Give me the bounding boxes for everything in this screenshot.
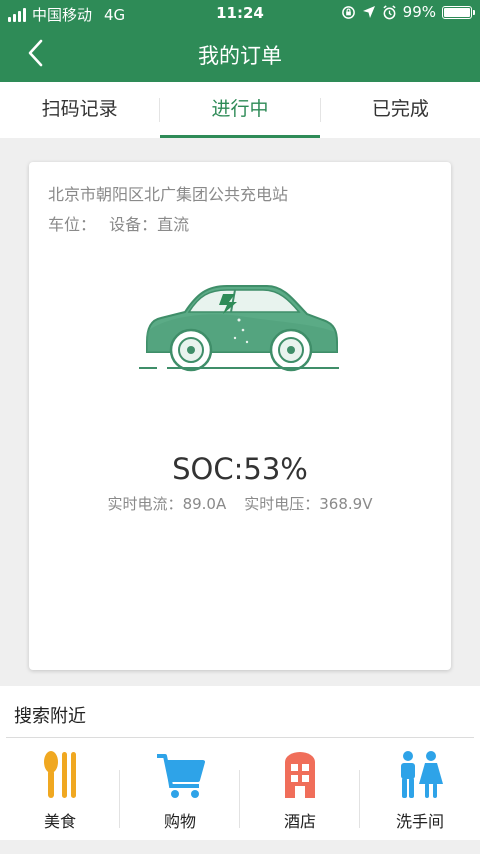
soc-value: 53% [243, 452, 308, 486]
nearby-food-button[interactable]: 美食 [0, 738, 120, 838]
status-bar: 中国移动 4G 11:24 99% [0, 0, 480, 26]
battery-percent: 99% [402, 3, 436, 21]
status-right: 99% [341, 3, 475, 21]
restroom-icon [401, 751, 443, 798]
tab-label: 已完成 [371, 98, 429, 120]
tab-label: 进行中 [211, 98, 269, 120]
voltage-value: 368.9V [319, 495, 373, 513]
tab-scan-records[interactable]: 扫码记录 [0, 82, 159, 138]
battery-level [444, 7, 470, 17]
alarm-icon [383, 4, 396, 19]
nearby-hotel-label: 酒店 [283, 812, 316, 831]
charging-car-icon [139, 285, 339, 372]
tab-completed[interactable]: 已完成 [321, 82, 480, 138]
current-label: 实时电流： [107, 495, 183, 513]
nearby-food-label: 美食 [43, 812, 76, 831]
soc-label: SOC: [172, 452, 244, 486]
nearby-categories: 美食 购物 酒店 洗手间 [0, 738, 480, 838]
page-title: 我的订单 [198, 44, 282, 68]
order-tabs: 扫码记录 进行中 已完成 [0, 82, 480, 138]
soc-display: SOC:53% [29, 452, 451, 486]
nearby-shopping-label: 购物 [163, 812, 196, 831]
search-nearby-title: 搜索附近 [14, 706, 86, 727]
location-arrow-icon [362, 6, 375, 18]
tab-label: 扫码记录 [41, 98, 118, 120]
rotation-lock-icon [341, 5, 355, 19]
voltage-label: 实时电压： [244, 495, 320, 513]
slot-device-info: 车位： 设备：直流 [48, 211, 197, 235]
hotel-icon [285, 752, 315, 798]
device-type: 设备：直流 [109, 215, 190, 234]
fork-knife-icon [44, 751, 76, 798]
parking-slot: 车位： [48, 215, 97, 234]
battery-icon [442, 5, 475, 19]
nearby-shopping-button[interactable]: 购物 [120, 738, 240, 838]
current-value: 89.0A [182, 495, 227, 513]
charging-order-card[interactable]: 北京市朝阳区北广集团公共充电站 车位： 设备：直流 SOC:53% 实时电流：8… [29, 162, 451, 670]
charging-metrics: 实时电流：89.0A 实时电压：368.9V [29, 493, 451, 514]
station-name: 北京市朝阳区北广集团公共充电站 [48, 185, 289, 204]
nav-bar: 我的订单 [0, 26, 480, 82]
shopping-cart-icon [157, 754, 205, 798]
nearby-restroom-button[interactable]: 洗手间 [360, 738, 480, 838]
search-nearby-section: 搜索附近 美食 购物 酒店 洗手间 [0, 686, 480, 840]
nearby-restroom-label: 洗手间 [395, 812, 444, 831]
nearby-hotel-button[interactable]: 酒店 [240, 738, 360, 838]
tab-in-progress[interactable]: 进行中 [160, 82, 320, 138]
